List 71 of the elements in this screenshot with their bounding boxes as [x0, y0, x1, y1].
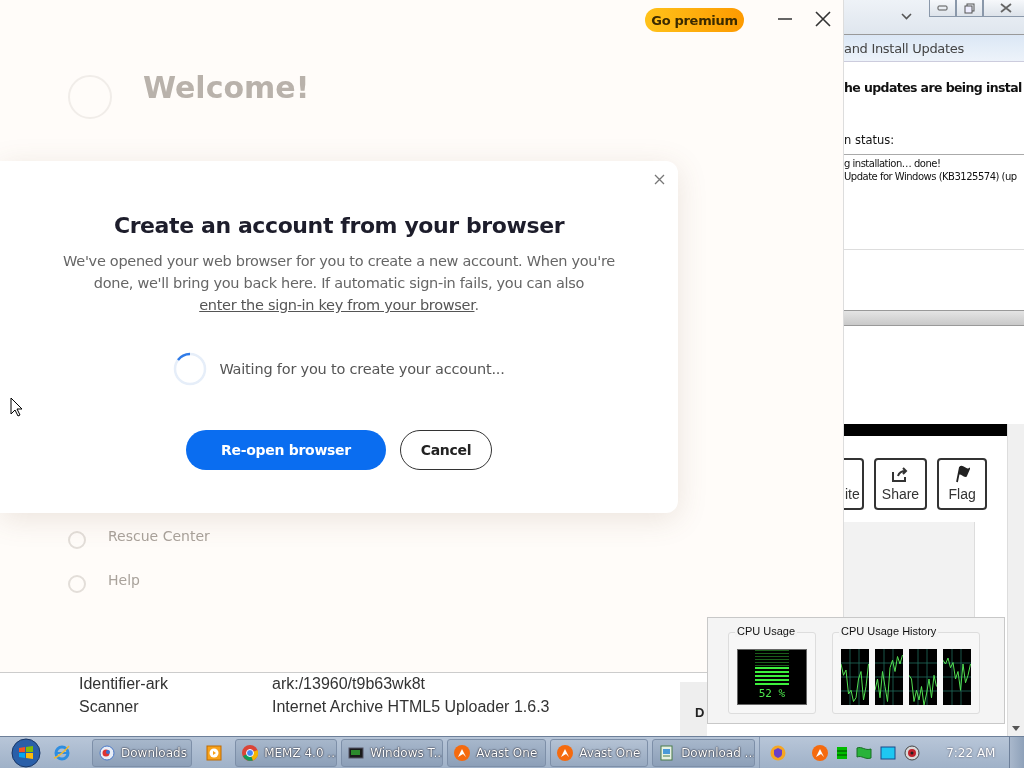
avast-icon: [454, 744, 471, 761]
taskbar-button[interactable]: Avast One: [447, 738, 547, 767]
windows-logo-icon: [11, 737, 42, 768]
metadata-value: ark:/13960/t9b63wk8t: [272, 674, 426, 693]
restore-icon: [964, 2, 975, 14]
reopen-browser-button[interactable]: Re-open browser: [186, 430, 386, 470]
metadata-value: Internet Archive HTML5 Uploader 1.6.3: [272, 697, 550, 716]
menu-icon: [68, 575, 86, 593]
menu-item[interactable]: Help: [108, 572, 140, 588]
terminal-icon: [348, 745, 365, 760]
minimize-button[interactable]: [929, 0, 956, 17]
log-line: g installation… done!: [844, 157, 942, 170]
cpu-history-graph: [943, 649, 971, 705]
close-icon: [653, 173, 665, 185]
status-text: Waiting for you to create your account...: [219, 361, 505, 377]
cpu-usage-label: CPU Usage: [735, 625, 798, 637]
go-premium-button[interactable]: Go premium: [645, 8, 744, 32]
show-desktop-button[interactable]: [1009, 736, 1024, 768]
metadata-label: Scanner: [79, 697, 140, 716]
cpu-history-graph: [875, 649, 903, 705]
scroll-down-icon: [1012, 726, 1020, 731]
flag-icon: [856, 745, 873, 760]
window-title: and Install Updates: [844, 40, 964, 56]
document-icon: [659, 744, 676, 761]
mouse-cursor-icon: [10, 397, 24, 417]
share-icon: [891, 467, 910, 483]
close-icon: [815, 11, 831, 27]
avast-icon: [557, 744, 574, 761]
menu-icon: [68, 531, 86, 549]
metadata-label: Identifier-ark: [79, 674, 169, 693]
flag-button[interactable]: Flag: [937, 458, 988, 510]
share-button[interactable]: Share: [873, 458, 928, 510]
log-line: Update for Windows (KB3125574) (up: [844, 170, 1018, 183]
dialog-message: We've opened your web browser for you to create a new account. When you're done, we'll bring you back here. If automatic sign-in fails, you can also enter the sign-in key from your browser.: [62, 252, 616, 315]
shield-icon: [770, 744, 787, 761]
taskbar-button[interactable]: MEMZ 4.0 ...: [235, 738, 338, 767]
play-icon: [205, 744, 222, 761]
flag-icon: [954, 465, 971, 483]
taskbar-button[interactable]: Avast One: [550, 738, 649, 767]
chevron-down-icon: [901, 13, 912, 20]
clock[interactable]: 7:22 AM: [946, 745, 996, 760]
minimize-icon: [937, 5, 948, 11]
cpu-history-graph: [841, 649, 869, 705]
monitor-icon: [880, 745, 897, 760]
taskbar-button[interactable]: Windows T...: [341, 738, 444, 767]
spinner-icon: [173, 352, 208, 386]
speaker-icon: [904, 744, 921, 761]
cpu-history-label: CPU Usage History: [839, 625, 939, 637]
status-label: n status:: [844, 133, 895, 147]
close-button[interactable]: [814, 10, 832, 28]
dialog-title: Create an account from your browser: [113, 213, 565, 238]
meter-icon: [836, 745, 849, 760]
taskbar-button[interactable]: Downloads: [92, 738, 192, 767]
menu-item[interactable]: Rescue Center: [108, 528, 210, 544]
sign-in-key-link[interactable]: enter the sign-in key from your browser: [199, 297, 475, 313]
action-button[interactable]: ite: [843, 458, 864, 510]
start-button[interactable]: [10, 738, 43, 767]
restore-button[interactable]: [956, 0, 983, 17]
taskbar-button[interactable]: Download ...: [652, 738, 756, 767]
cpu-history-graph: [909, 649, 937, 705]
update-heading: he updates are being instal: [844, 80, 1022, 95]
close-icon: [1000, 3, 1012, 13]
avast-tray-icon: [812, 744, 829, 761]
scrollbar[interactable]: [1007, 424, 1024, 736]
close-button[interactable]: [983, 0, 1024, 17]
cancel-button[interactable]: Cancel: [400, 430, 492, 470]
cpu-reading: 52 %: [758, 687, 786, 700]
panel-text: D: [695, 706, 705, 720]
welcome-heading: Welcome!: [143, 70, 310, 105]
minimize-icon: [778, 18, 792, 20]
chrome-icon: [242, 744, 259, 761]
